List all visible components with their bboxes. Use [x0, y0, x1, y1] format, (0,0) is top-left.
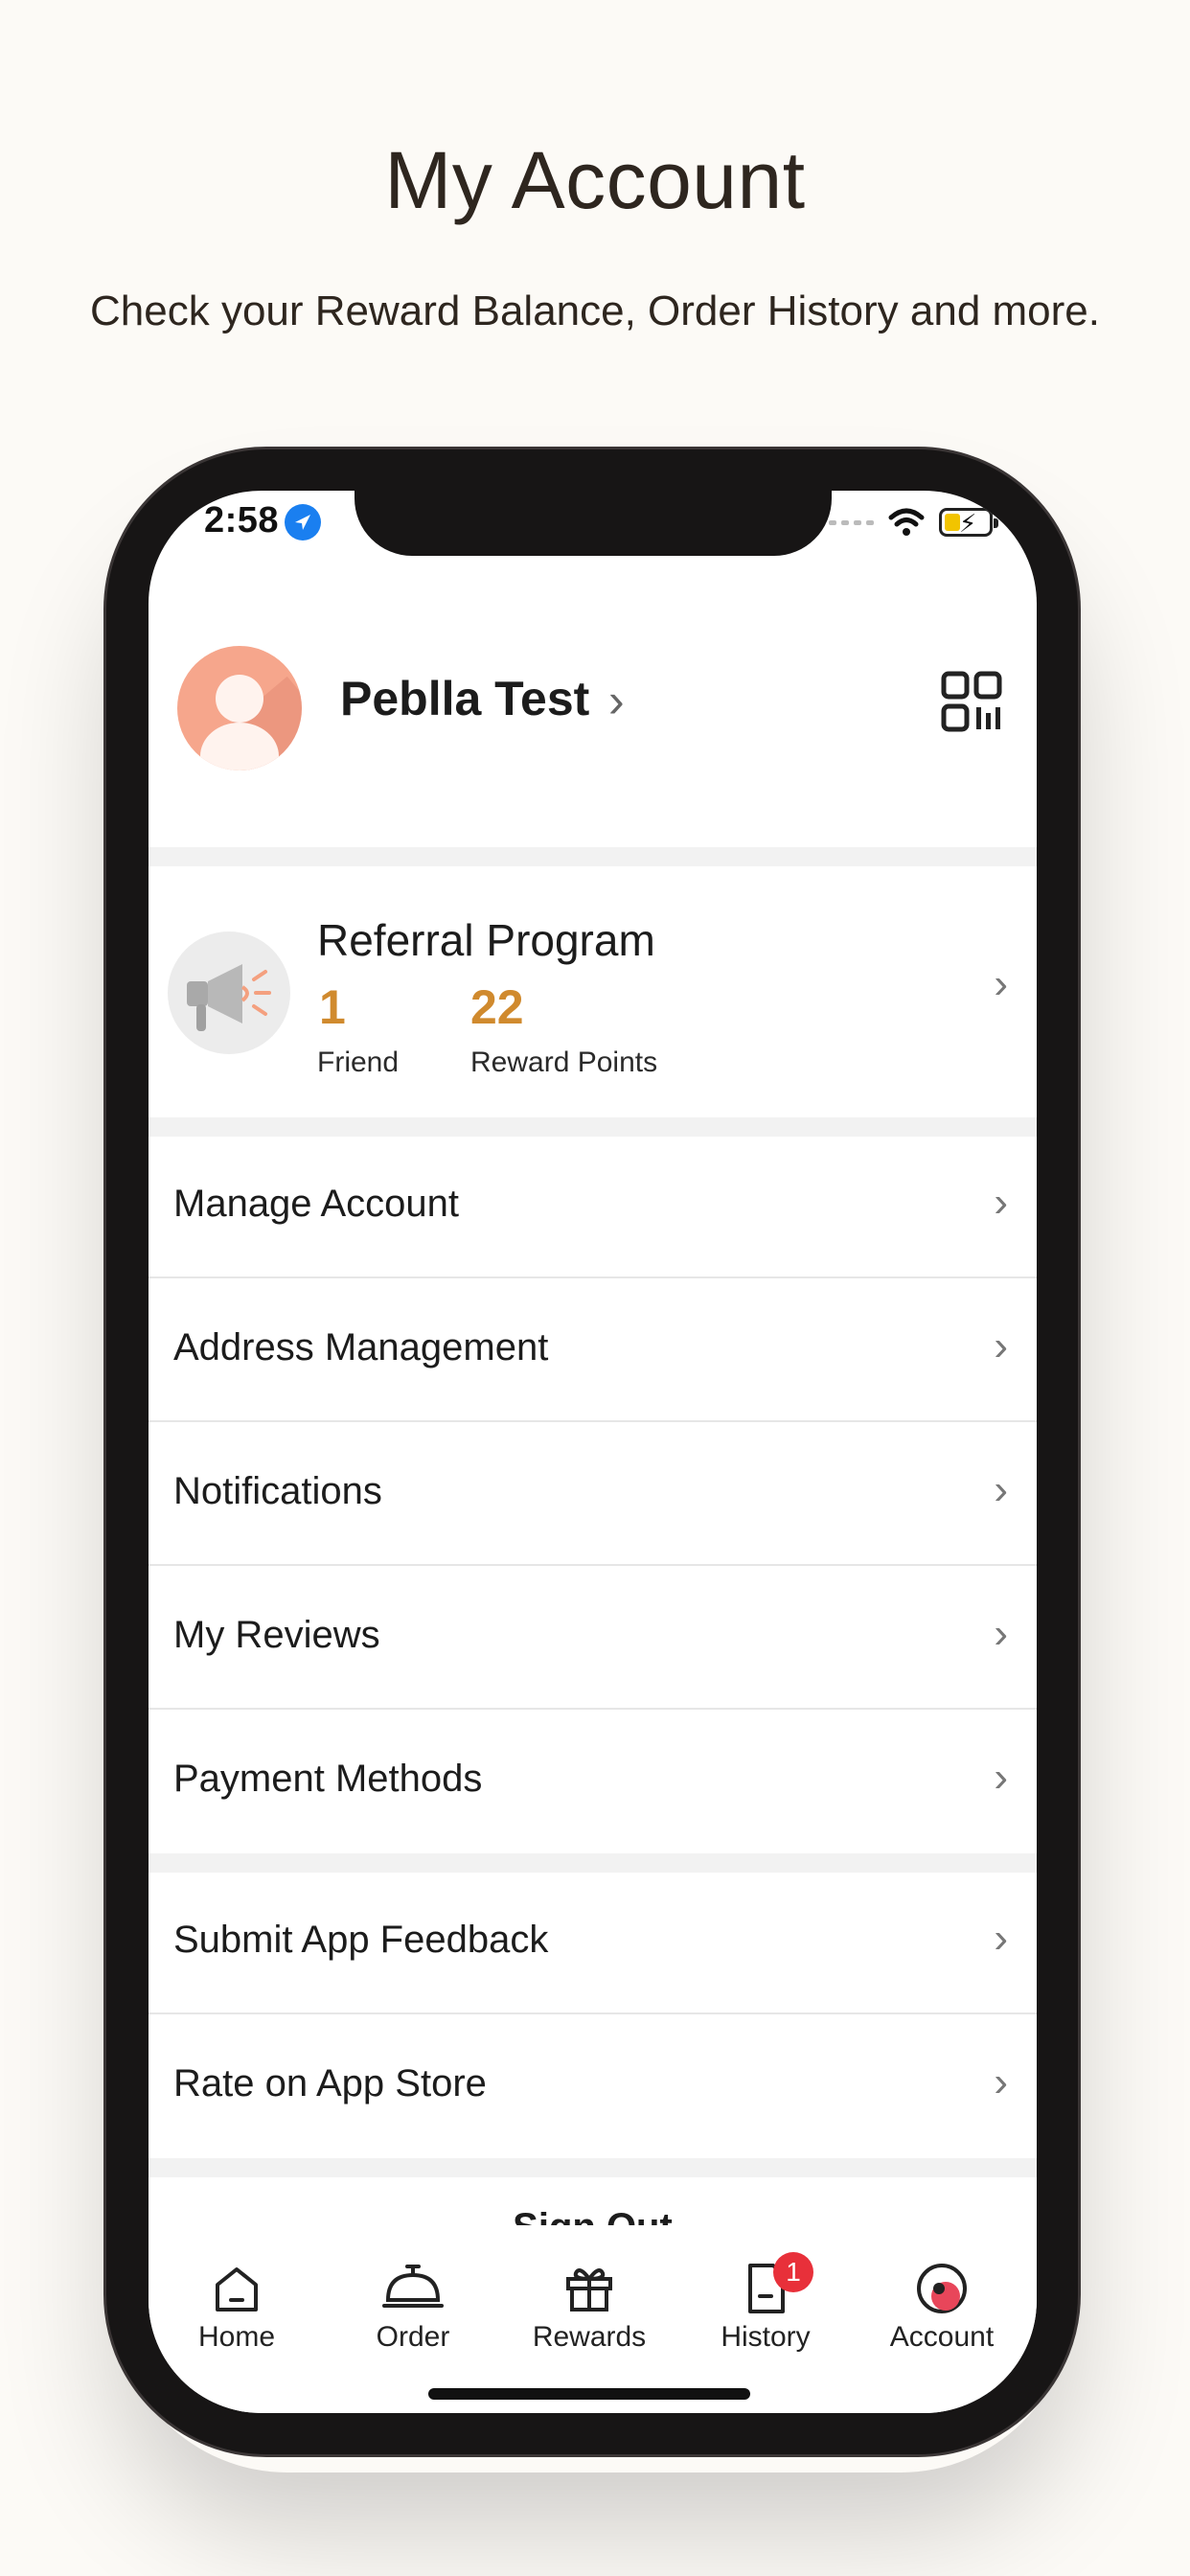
profile-name[interactable]: Peblla Test: [340, 671, 589, 726]
gift-icon: [566, 2268, 612, 2312]
tab-history[interactable]: 1 History: [689, 2252, 842, 2354]
menu-item-rate-on-app-store[interactable]: Rate on App Store ›: [149, 2016, 1037, 2158]
menu-item-my-reviews[interactable]: My Reviews ›: [149, 1568, 1037, 1710]
notch: [355, 491, 832, 556]
avatar-icon: [177, 646, 302, 770]
tab-order[interactable]: Order: [336, 2262, 490, 2354]
menu-item-label: My Reviews: [173, 1614, 380, 1656]
tab-label: Rewards: [532, 2321, 647, 2353]
bottom-tab-bar: Home Order Rewards 1 History Account: [149, 2225, 1037, 2413]
page-title: My Account: [384, 135, 806, 225]
page-subtitle: Check your Reward Balance, Order History…: [90, 288, 1100, 334]
status-time: 2:58: [204, 500, 280, 540]
home-indicator: [428, 2388, 750, 2400]
qr-code-icon[interactable]: [941, 671, 1002, 732]
chevron-right-icon: ›: [994, 1754, 1008, 1801]
menu-item-address-management[interactable]: Address Management ›: [149, 1280, 1037, 1422]
history-badge: 1: [773, 2252, 813, 2292]
friends-label: Friend: [317, 1046, 400, 1078]
chevron-right-icon: ›: [994, 2058, 1008, 2105]
reward-points-count: 22: [470, 980, 524, 1034]
signal-icon: [829, 519, 874, 525]
menu-item-label: Address Management: [173, 1326, 549, 1368]
cloche-icon: [382, 2265, 444, 2308]
megaphone-icon: [168, 932, 290, 1054]
tab-account[interactable]: Account: [865, 2262, 1018, 2354]
chevron-right-icon: ›: [994, 960, 1008, 1007]
menu-item-label: Payment Methods: [173, 1758, 483, 1800]
menu-item-notifications[interactable]: Notifications ›: [149, 1424, 1037, 1566]
menu-item-label: Rate on App Store: [173, 2062, 487, 2104]
section-divider: [149, 1117, 1037, 1137]
chevron-right-icon: ›: [994, 1179, 1008, 1226]
menu-item-manage-account[interactable]: Manage Account ›: [149, 1137, 1037, 1278]
referral-program-card[interactable]: Referral Program 1 Friend 22 Reward Poin…: [149, 864, 1037, 1114]
home-icon: [216, 2267, 258, 2312]
wifi-icon: [888, 508, 925, 536]
tab-label: Account: [889, 2321, 995, 2353]
chevron-right-icon: ›: [994, 1322, 1008, 1369]
tab-label: Home: [197, 2321, 276, 2353]
chevron-right-icon: ›: [608, 674, 625, 727]
friends-count: 1: [319, 980, 346, 1034]
menu-item-label: Submit App Feedback: [173, 1919, 549, 1961]
section-divider: [149, 2158, 1037, 2177]
menu-item-label: Notifications: [173, 1470, 382, 1512]
menu-item-submit-app-feedback[interactable]: Submit App Feedback ›: [149, 1873, 1037, 2014]
menu-item-payment-methods[interactable]: Payment Methods ›: [149, 1712, 1037, 1853]
status-icons: ⚡: [829, 506, 998, 539]
referral-title: Referral Program: [317, 915, 655, 965]
reward-points-label: Reward Points: [470, 1046, 658, 1078]
phone-screen: 2:58 ⚡ Peblla Test › Referral Program 1 …: [149, 491, 1037, 2413]
account-icon: [917, 2264, 967, 2313]
tab-label: History: [721, 2321, 811, 2353]
section-divider: [149, 1853, 1037, 1873]
chevron-right-icon: ›: [994, 1915, 1008, 1962]
location-arrow-icon: [285, 504, 321, 540]
chevron-right-icon: ›: [994, 1610, 1008, 1657]
tab-rewards[interactable]: Rewards: [513, 2262, 666, 2354]
menu-item-label: Manage Account: [173, 1183, 459, 1225]
chevron-right-icon: ›: [994, 1466, 1008, 1513]
profile-header[interactable]: Peblla Test ›: [149, 644, 1037, 836]
tab-label: Order: [376, 2321, 450, 2353]
tab-home[interactable]: Home: [160, 2262, 313, 2354]
battery-charging-icon: ⚡: [939, 508, 998, 538]
section-divider: [149, 847, 1037, 866]
